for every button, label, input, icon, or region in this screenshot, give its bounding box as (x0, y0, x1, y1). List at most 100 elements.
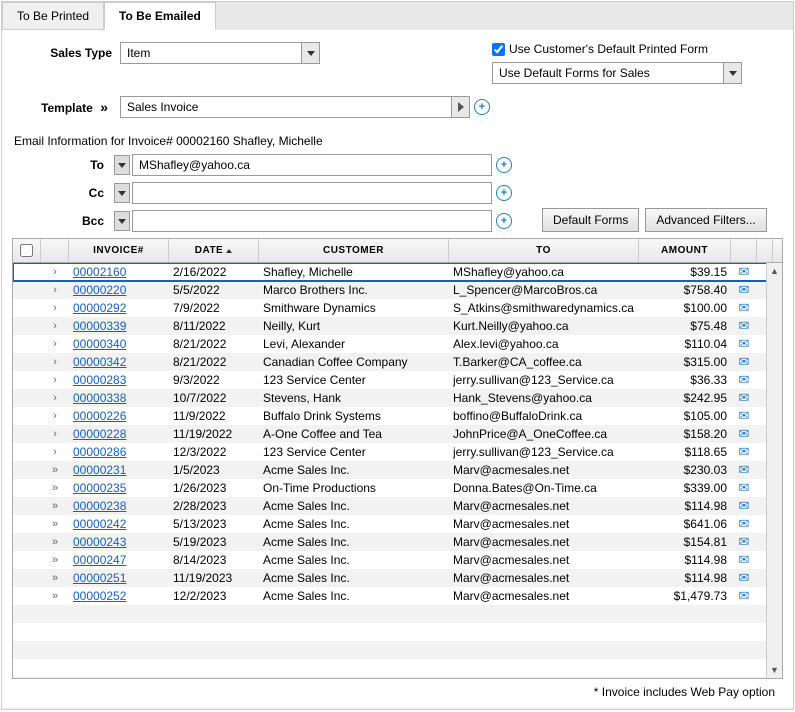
chevron-down-icon[interactable] (723, 63, 741, 83)
table-row[interactable]: »000002478/14/2023Acme Sales Inc.Marv@ac… (13, 551, 782, 569)
expand-icon[interactable]: › (41, 446, 69, 458)
mail-icon[interactable]: ✉ (731, 390, 757, 406)
scroll-down-icon[interactable]: ▼ (767, 662, 782, 678)
invoice-link[interactable]: 00000340 (69, 337, 169, 351)
mail-icon[interactable]: ✉ (731, 498, 757, 514)
invoice-link[interactable]: 00000342 (69, 355, 169, 369)
to-dropdown-button[interactable] (114, 155, 130, 175)
expand-icon[interactable]: » (41, 464, 69, 476)
default-forms-button[interactable]: Default Forms (542, 208, 639, 232)
table-row[interactable]: ›0000022811/19/2022A-One Coffee and TeaJ… (13, 425, 782, 443)
invoice-link[interactable]: 00000252 (69, 589, 169, 603)
default-forms-dropdown[interactable]: Use Default Forms for Sales (492, 62, 742, 84)
expand-icon[interactable]: › (41, 392, 69, 404)
expand-icon[interactable]: › (41, 428, 69, 440)
table-row[interactable]: ›000002839/3/2022123 Service Centerjerry… (13, 371, 782, 389)
tab-to-be-emailed[interactable]: To Be Emailed (104, 2, 216, 30)
col-to[interactable]: TO (449, 239, 639, 262)
expand-icon[interactable]: » (41, 572, 69, 584)
invoice-link[interactable]: 00000251 (69, 571, 169, 585)
table-row[interactable]: »000002311/5/2023Acme Sales Inc.Marv@acm… (13, 461, 782, 479)
template-dropdown[interactable]: Sales Invoice (120, 96, 470, 118)
invoice-link[interactable]: 00000226 (69, 409, 169, 423)
mail-icon[interactable]: ✉ (731, 264, 757, 280)
expand-icon[interactable]: » (41, 500, 69, 512)
add-to-button[interactable]: + (496, 157, 512, 173)
table-row[interactable]: ›0000033810/7/2022Stevens, HankHank_Stev… (13, 389, 782, 407)
invoice-link[interactable]: 00000283 (69, 373, 169, 387)
table-row[interactable]: ›000003428/21/2022Canadian Coffee Compan… (13, 353, 782, 371)
mail-icon[interactable]: ✉ (731, 516, 757, 532)
mail-icon[interactable]: ✉ (731, 534, 757, 550)
to-input[interactable] (132, 154, 492, 176)
mail-icon[interactable]: ✉ (731, 282, 757, 298)
table-row[interactable]: ›000002927/9/2022Smithware DynamicsS_Atk… (13, 299, 782, 317)
invoice-link[interactable]: 00000338 (69, 391, 169, 405)
table-row[interactable]: ›0000022611/9/2022Buffalo Drink Systemsb… (13, 407, 782, 425)
mail-icon[interactable]: ✉ (731, 354, 757, 370)
expand-icon[interactable]: » (41, 554, 69, 566)
table-row[interactable]: ›000003408/21/2022Levi, AlexanderAlex.le… (13, 335, 782, 353)
invoice-link[interactable]: 00000339 (69, 319, 169, 333)
mail-icon[interactable]: ✉ (731, 372, 757, 388)
expand-icon[interactable]: » (41, 482, 69, 494)
sales-type-dropdown[interactable]: Item (120, 42, 320, 64)
table-row[interactable]: »0000025111/19/2023Acme Sales Inc.Marv@a… (13, 569, 782, 587)
expand-icon[interactable]: › (41, 338, 69, 350)
expand-icon[interactable]: › (41, 374, 69, 386)
col-amount[interactable]: AMOUNT (639, 239, 731, 262)
bcc-dropdown-button[interactable] (114, 211, 130, 231)
mail-icon[interactable]: ✉ (731, 336, 757, 352)
invoice-link[interactable]: 00000235 (69, 481, 169, 495)
triangle-right-icon[interactable] (451, 97, 469, 117)
chevron-down-icon[interactable] (301, 43, 319, 63)
expand-icon[interactable]: › (41, 302, 69, 314)
mail-icon[interactable]: ✉ (731, 408, 757, 424)
table-row[interactable]: »000002425/13/2023Acme Sales Inc.Marv@ac… (13, 515, 782, 533)
table-row[interactable]: »000002435/19/2023Acme Sales Inc.Marv@ac… (13, 533, 782, 551)
mail-icon[interactable]: ✉ (731, 444, 757, 460)
invoice-link[interactable]: 00000286 (69, 445, 169, 459)
expand-icon[interactable]: » (41, 518, 69, 530)
expand-icon[interactable]: » (41, 536, 69, 548)
cc-dropdown-button[interactable] (114, 183, 130, 203)
expand-icon[interactable]: › (41, 320, 69, 332)
col-date[interactable]: DATE (169, 239, 259, 262)
bcc-input[interactable] (132, 210, 492, 232)
scroll-up-icon[interactable]: ▲ (767, 263, 782, 279)
add-cc-button[interactable]: + (496, 185, 512, 201)
col-invoice[interactable]: INVOICE# (69, 239, 169, 262)
mail-icon[interactable]: ✉ (731, 552, 757, 568)
mail-icon[interactable]: ✉ (731, 480, 757, 496)
mail-icon[interactable]: ✉ (731, 300, 757, 316)
col-checkbox[interactable] (13, 239, 41, 262)
invoice-link[interactable]: 00000228 (69, 427, 169, 441)
mail-icon[interactable]: ✉ (731, 462, 757, 478)
table-row[interactable]: ›0000028612/3/2022123 Service Centerjerr… (13, 443, 782, 461)
table-row[interactable]: »0000025212/2/2023Acme Sales Inc.Marv@ac… (13, 587, 782, 605)
mail-icon[interactable]: ✉ (731, 588, 757, 604)
add-bcc-button[interactable]: + (496, 213, 512, 229)
invoice-link[interactable]: 00000292 (69, 301, 169, 315)
expand-icon[interactable]: › (41, 410, 69, 422)
invoice-link[interactable]: 00000238 (69, 499, 169, 513)
use-default-printed-form-checkbox[interactable] (492, 43, 505, 56)
mail-icon[interactable]: ✉ (731, 570, 757, 586)
table-row[interactable]: ›000002205/5/2022Marco Brothers Inc.L_Sp… (13, 281, 782, 299)
invoice-link[interactable]: 00000220 (69, 283, 169, 297)
cc-input[interactable] (132, 182, 492, 204)
invoice-link[interactable]: 00000231 (69, 463, 169, 477)
invoice-link[interactable]: 00000247 (69, 553, 169, 567)
invoice-link[interactable]: 00000243 (69, 535, 169, 549)
table-row[interactable]: »000002382/28/2023Acme Sales Inc.Marv@ac… (13, 497, 782, 515)
tab-to-be-printed[interactable]: To Be Printed (2, 2, 104, 30)
mail-icon[interactable]: ✉ (731, 426, 757, 442)
table-row[interactable]: ›000021602/16/2022Shafley, MichelleMShaf… (13, 263, 782, 281)
add-template-button[interactable]: + (474, 99, 490, 115)
table-row[interactable]: »000002351/26/2023On-Time ProductionsDon… (13, 479, 782, 497)
table-row[interactable]: ›000003398/11/2022Neilly, KurtKurt.Neill… (13, 317, 782, 335)
col-customer[interactable]: CUSTOMER (259, 239, 449, 262)
expand-icon[interactable]: › (41, 266, 69, 278)
select-all-checkbox[interactable] (20, 244, 33, 257)
expand-icon[interactable]: › (41, 356, 69, 368)
